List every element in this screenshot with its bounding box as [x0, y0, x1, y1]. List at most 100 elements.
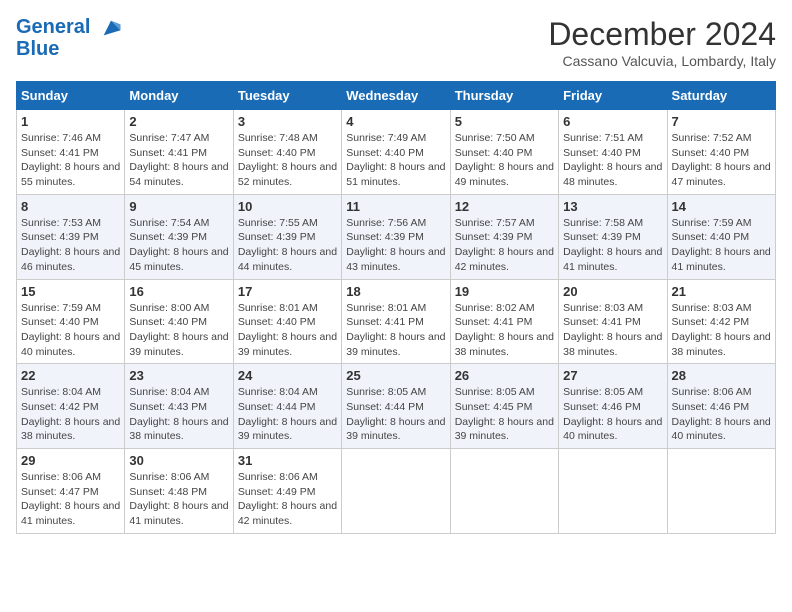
- day-info: Sunrise: 8:05 AMSunset: 4:46 PMDaylight:…: [563, 385, 662, 444]
- location-subtitle: Cassano Valcuvia, Lombardy, Italy: [548, 53, 776, 69]
- empty-cell: [667, 449, 775, 534]
- day-number: 9: [129, 199, 228, 214]
- day-info: Sunrise: 8:05 AMSunset: 4:44 PMDaylight:…: [346, 385, 445, 444]
- empty-cell: [450, 449, 558, 534]
- calendar-day-cell: 21 Sunrise: 8:03 AMSunset: 4:42 PMDayligh…: [667, 279, 775, 364]
- day-info: Sunrise: 8:04 AMSunset: 4:44 PMDaylight:…: [238, 385, 337, 444]
- calendar-day-cell: 8Sunrise: 7:53 AMSunset: 4:39 PMDaylight…: [17, 194, 125, 279]
- day-info: Sunrise: 7:50 AMSunset: 4:40 PMDaylight:…: [455, 131, 554, 190]
- calendar-day-cell: 12 Sunrise: 7:57 AMSunset: 4:39 PMDayligh…: [450, 194, 558, 279]
- calendar-day-cell: 23 Sunrise: 8:04 AMSunset: 4:43 PMDayligh…: [125, 364, 233, 449]
- day-number: 23: [129, 368, 228, 383]
- calendar-day-cell: 16Sunrise: 8:00 AMSunset: 4:40 PMDayligh…: [125, 279, 233, 364]
- day-info: Sunrise: 8:04 AMSunset: 4:43 PMDaylight:…: [129, 385, 228, 444]
- day-number: 2: [129, 114, 228, 129]
- day-number: 13: [563, 199, 662, 214]
- calendar-week-row: 29 Sunrise: 8:06 AMSunset: 4:47 PMDayligh…: [17, 449, 776, 534]
- calendar-day-cell: 28Sunrise: 8:06 AMSunset: 4:46 PMDayligh…: [667, 364, 775, 449]
- day-number: 19: [455, 284, 554, 299]
- column-header-saturday: Saturday: [667, 82, 775, 110]
- logo-line2: Blue: [16, 39, 122, 59]
- logo-icon: [100, 17, 122, 39]
- day-number: 30: [129, 453, 228, 468]
- calendar-day-cell: 20 Sunrise: 8:03 AMSunset: 4:41 PMDayligh…: [559, 279, 667, 364]
- calendar-day-cell: 31 Sunrise: 8:06 AMSunset: 4:49 PMDayligh…: [233, 449, 341, 534]
- calendar-day-cell: 29 Sunrise: 8:06 AMSunset: 4:47 PMDayligh…: [17, 449, 125, 534]
- day-info: Sunrise: 8:06 AMSunset: 4:49 PMDaylight:…: [238, 470, 337, 529]
- day-info: Sunrise: 8:03 AMSunset: 4:42 PMDaylight:…: [672, 301, 771, 360]
- calendar-header-row: SundayMondayTuesdayWednesdayThursdayFrid…: [17, 82, 776, 110]
- calendar-day-cell: 18 Sunrise: 8:01 AMSunset: 4:41 PMDayligh…: [342, 279, 450, 364]
- day-number: 14: [672, 199, 771, 214]
- day-info: Sunrise: 7:48 AMSunset: 4:40 PMDaylight:…: [238, 131, 337, 190]
- day-info: Sunrise: 8:02 AMSunset: 4:41 PMDaylight:…: [455, 301, 554, 360]
- day-info: Sunrise: 7:55 AMSunset: 4:39 PMDaylight:…: [238, 216, 337, 275]
- day-info: Sunrise: 8:05 AMSunset: 4:45 PMDaylight:…: [455, 385, 554, 444]
- day-info: Sunrise: 8:01 AMSunset: 4:41 PMDaylight:…: [346, 301, 445, 360]
- calendar-day-cell: 2 Sunrise: 7:47 AMSunset: 4:41 PMDaylight…: [125, 110, 233, 195]
- day-number: 21: [672, 284, 771, 299]
- calendar-day-cell: 27 Sunrise: 8:05 AMSunset: 4:46 PMDayligh…: [559, 364, 667, 449]
- day-number: 7: [672, 114, 771, 129]
- day-number: 5: [455, 114, 554, 129]
- calendar-day-cell: 17Sunrise: 8:01 AMSunset: 4:40 PMDayligh…: [233, 279, 341, 364]
- day-info: Sunrise: 7:49 AMSunset: 4:40 PMDaylight:…: [346, 131, 445, 190]
- day-number: 27: [563, 368, 662, 383]
- calendar-day-cell: 3 Sunrise: 7:48 AMSunset: 4:40 PMDaylight…: [233, 110, 341, 195]
- day-info: Sunrise: 7:59 AMSunset: 4:40 PMDaylight:…: [21, 301, 120, 360]
- calendar-day-cell: 11Sunrise: 7:56 AMSunset: 4:39 PMDayligh…: [342, 194, 450, 279]
- calendar-day-cell: 13 Sunrise: 7:58 AMSunset: 4:39 PMDayligh…: [559, 194, 667, 279]
- day-number: 3: [238, 114, 337, 129]
- calendar-day-cell: 9 Sunrise: 7:54 AMSunset: 4:39 PMDaylight…: [125, 194, 233, 279]
- day-info: Sunrise: 7:59 AMSunset: 4:40 PMDaylight:…: [672, 216, 771, 275]
- day-number: 31: [238, 453, 337, 468]
- day-number: 18: [346, 284, 445, 299]
- day-info: Sunrise: 7:57 AMSunset: 4:39 PMDaylight:…: [455, 216, 554, 275]
- day-info: Sunrise: 8:06 AMSunset: 4:46 PMDaylight:…: [672, 385, 771, 444]
- calendar-day-cell: 4 Sunrise: 7:49 AMSunset: 4:40 PMDaylight…: [342, 110, 450, 195]
- day-number: 15: [21, 284, 120, 299]
- calendar-day-cell: 5 Sunrise: 7:50 AMSunset: 4:40 PMDaylight…: [450, 110, 558, 195]
- calendar-day-cell: 15 Sunrise: 7:59 AMSunset: 4:40 PMDayligh…: [17, 279, 125, 364]
- day-number: 26: [455, 368, 554, 383]
- calendar-day-cell: 26 Sunrise: 8:05 AMSunset: 4:45 PMDayligh…: [450, 364, 558, 449]
- logo-text: General: [16, 16, 122, 39]
- calendar-week-row: 8Sunrise: 7:53 AMSunset: 4:39 PMDaylight…: [17, 194, 776, 279]
- day-info: Sunrise: 7:47 AMSunset: 4:41 PMDaylight:…: [129, 131, 228, 190]
- day-info: Sunrise: 7:52 AMSunset: 4:40 PMDaylight:…: [672, 131, 771, 190]
- calendar-day-cell: 14 Sunrise: 7:59 AMSunset: 4:40 PMDayligh…: [667, 194, 775, 279]
- calendar-table: SundayMondayTuesdayWednesdayThursdayFrid…: [16, 81, 776, 534]
- calendar-day-cell: 7 Sunrise: 7:52 AMSunset: 4:40 PMDaylight…: [667, 110, 775, 195]
- day-number: 1: [21, 114, 120, 129]
- day-number: 4: [346, 114, 445, 129]
- calendar-week-row: 22 Sunrise: 8:04 AMSunset: 4:42 PMDayligh…: [17, 364, 776, 449]
- day-info: Sunrise: 8:00 AMSunset: 4:40 PMDaylight:…: [129, 301, 228, 360]
- calendar-week-row: 1 Sunrise: 7:46 AMSunset: 4:41 PMDaylight…: [17, 110, 776, 195]
- column-header-sunday: Sunday: [17, 82, 125, 110]
- day-info: Sunrise: 7:54 AMSunset: 4:39 PMDaylight:…: [129, 216, 228, 275]
- calendar-day-cell: 30 Sunrise: 8:06 AMSunset: 4:48 PMDayligh…: [125, 449, 233, 534]
- day-number: 29: [21, 453, 120, 468]
- page-header: General Blue December 2024 Cassano Valcu…: [16, 16, 776, 69]
- empty-cell: [559, 449, 667, 534]
- column-header-monday: Monday: [125, 82, 233, 110]
- column-header-friday: Friday: [559, 82, 667, 110]
- day-info: Sunrise: 7:46 AMSunset: 4:41 PMDaylight:…: [21, 131, 120, 190]
- day-info: Sunrise: 7:56 AMSunset: 4:39 PMDaylight:…: [346, 216, 445, 275]
- day-info: Sunrise: 8:06 AMSunset: 4:47 PMDaylight:…: [21, 470, 120, 529]
- calendar-day-cell: 10Sunrise: 7:55 AMSunset: 4:39 PMDayligh…: [233, 194, 341, 279]
- column-header-thursday: Thursday: [450, 82, 558, 110]
- day-info: Sunrise: 8:03 AMSunset: 4:41 PMDaylight:…: [563, 301, 662, 360]
- column-header-tuesday: Tuesday: [233, 82, 341, 110]
- month-title: December 2024: [548, 16, 776, 53]
- day-number: 22: [21, 368, 120, 383]
- day-number: 20: [563, 284, 662, 299]
- day-number: 12: [455, 199, 554, 214]
- day-info: Sunrise: 8:04 AMSunset: 4:42 PMDaylight:…: [21, 385, 120, 444]
- calendar-day-cell: 1 Sunrise: 7:46 AMSunset: 4:41 PMDaylight…: [17, 110, 125, 195]
- calendar-day-cell: 24Sunrise: 8:04 AMSunset: 4:44 PMDayligh…: [233, 364, 341, 449]
- calendar-day-cell: 19 Sunrise: 8:02 AMSunset: 4:41 PMDayligh…: [450, 279, 558, 364]
- day-info: Sunrise: 8:06 AMSunset: 4:48 PMDaylight:…: [129, 470, 228, 529]
- day-info: Sunrise: 7:58 AMSunset: 4:39 PMDaylight:…: [563, 216, 662, 275]
- calendar-week-row: 15 Sunrise: 7:59 AMSunset: 4:40 PMDayligh…: [17, 279, 776, 364]
